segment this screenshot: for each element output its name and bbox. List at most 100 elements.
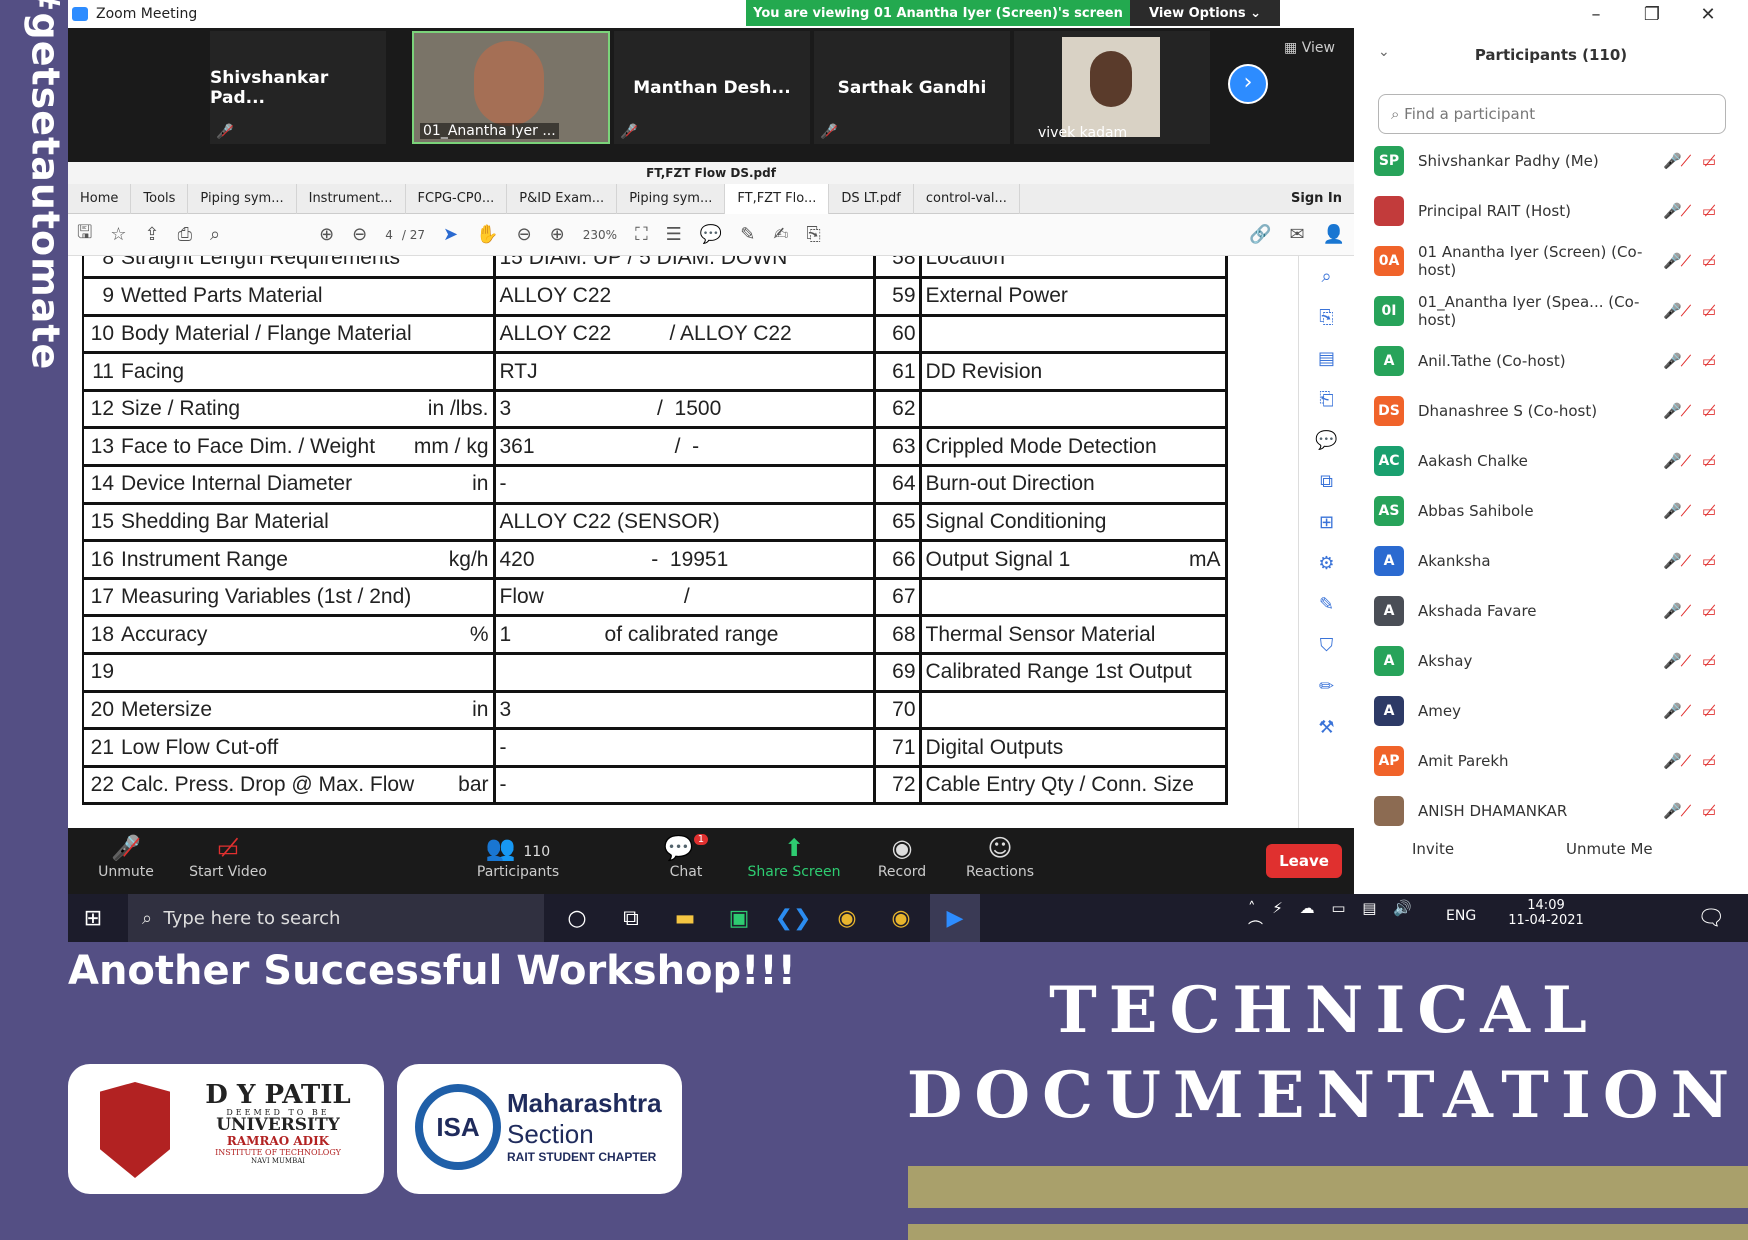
cortana-icon[interactable]: ○ bbox=[552, 894, 602, 942]
leave-button[interactable]: Leave bbox=[1266, 844, 1342, 878]
stamp-icon[interactable]: ⎘ bbox=[806, 224, 820, 245]
comment-icon[interactable]: 💬 bbox=[1315, 430, 1337, 451]
select-icon[interactable]: ➤ bbox=[443, 224, 458, 245]
more-tools-icon[interactable]: ⚒ bbox=[1318, 717, 1334, 738]
tab-document[interactable]: control-val... bbox=[914, 183, 1020, 214]
combine-icon[interactable]: ⧉ bbox=[1320, 471, 1333, 492]
sign-in-link[interactable]: Sign In bbox=[1279, 184, 1354, 214]
view-options-button[interactable]: View Options ⌄ bbox=[1130, 0, 1280, 26]
sign-icon[interactable]: ✍ bbox=[773, 224, 788, 245]
participant-row[interactable]: AC Aakash Chalke 🎤̸▭̸ bbox=[1354, 436, 1748, 486]
participant-row[interactable]: A Amey 🎤̸▭̸ bbox=[1354, 686, 1748, 736]
tab-document[interactable]: P&ID Exam... bbox=[507, 183, 618, 214]
compress-icon[interactable]: ⊞ bbox=[1319, 512, 1334, 533]
next-page-icon[interactable]: › bbox=[1228, 64, 1268, 104]
language-indicator[interactable]: ENG bbox=[1446, 908, 1476, 924]
tab-tools[interactable]: Tools bbox=[131, 183, 189, 214]
clock[interactable]: 14:09 11-04-2021 bbox=[1506, 898, 1586, 928]
participant-row[interactable]: 0I 01_Anantha Iyer (Spea... (Co-host) 🎤̸▭̸ bbox=[1354, 286, 1748, 336]
pycharm-icon[interactable]: ▣ bbox=[714, 894, 764, 942]
share-user-icon[interactable]: 👤 bbox=[1323, 224, 1345, 245]
tab-home[interactable]: Home bbox=[68, 183, 132, 214]
zoom-out-icon[interactable]: ⊖ bbox=[517, 224, 532, 245]
tab-document[interactable]: Piping sym... bbox=[617, 183, 726, 214]
scroll-mode-icon[interactable]: ☰ bbox=[666, 224, 682, 245]
participant-name: Akanksha bbox=[1418, 552, 1491, 570]
file-explorer-icon[interactable]: ▬ bbox=[660, 894, 710, 942]
participant-row[interactable]: ANISH DHAMANKAR 🎤̸▭̸ bbox=[1354, 786, 1748, 836]
vscode-icon[interactable]: ❮❯ bbox=[768, 894, 818, 942]
minimize-icon[interactable]: – bbox=[1568, 0, 1624, 28]
tab-document[interactable]: Instrument... bbox=[297, 183, 406, 214]
page-number[interactable]: 4 bbox=[385, 228, 393, 242]
row-number: 70 bbox=[874, 691, 922, 731]
scan-icon[interactable]: ⚙ bbox=[1318, 553, 1334, 574]
zoom-level[interactable]: 230% bbox=[583, 228, 617, 242]
video-tile[interactable]: Manthan Desh... 🎤̸ bbox=[614, 31, 810, 144]
notification-icon[interactable]: 🗨 bbox=[1686, 894, 1736, 942]
video-tile[interactable]: Sarthak Gandhi 🎤̸ bbox=[814, 31, 1010, 144]
edit-icon[interactable]: ✏ bbox=[1319, 676, 1334, 697]
chrome-icon[interactable]: ◉ bbox=[822, 894, 872, 942]
comment-icon[interactable]: 💬 bbox=[700, 224, 722, 245]
tab-document-active[interactable]: FT,FZT Flo... bbox=[725, 183, 830, 214]
zoom-icon[interactable]: ⌕ bbox=[1321, 266, 1331, 287]
pen-icon[interactable]: ✎ bbox=[740, 224, 755, 245]
decorative-band bbox=[908, 1224, 1748, 1240]
participant-row[interactable]: 0A 01 Anantha Iyer (Screen) (Co-host) 🎤̸▭̸ bbox=[1354, 236, 1748, 286]
save-icon[interactable]: 🖫 bbox=[77, 220, 92, 250]
unmute-button[interactable]: 🎤̸ Unmute bbox=[76, 834, 176, 880]
record-button[interactable]: ◉ Record bbox=[852, 834, 952, 880]
task-view-icon[interactable]: ⧉ bbox=[606, 894, 656, 942]
share-screen-button[interactable]: ⬆ Share Screen bbox=[744, 834, 844, 880]
reactions-button[interactable]: ☺ Reactions bbox=[950, 834, 1050, 880]
hand-icon[interactable]: ✋ bbox=[476, 224, 498, 245]
row-label-right: Crippled Mode Detection bbox=[920, 427, 1228, 468]
close-icon[interactable]: ✕ bbox=[1680, 0, 1736, 28]
fit-page-icon[interactable]: ⛶ bbox=[635, 224, 648, 245]
next-page-icon[interactable]: ⊖ bbox=[352, 224, 367, 245]
view-button[interactable]: ▦ View bbox=[1284, 40, 1335, 56]
participant-row[interactable]: Principal RAIT (Host) 🎤̸▭̸ bbox=[1354, 186, 1748, 236]
protect-icon[interactable]: ⛉ bbox=[1320, 635, 1334, 656]
zoom-taskbar-icon[interactable]: ▶ bbox=[930, 894, 980, 942]
participant-row[interactable]: A Anil.Tathe (Co-host) 🎤̸▭̸ bbox=[1354, 336, 1748, 386]
participant-row[interactable]: A Akshay 🎤̸▭̸ bbox=[1354, 636, 1748, 686]
video-tile-active[interactable]: 01_Anantha Iyer ... bbox=[412, 31, 610, 144]
start-video-button[interactable]: ▭̸ Start Video bbox=[178, 834, 278, 880]
link-icon[interactable]: 🔗 bbox=[1249, 224, 1271, 245]
participants-button[interactable]: 👥 110 Participants bbox=[458, 834, 578, 880]
tab-document[interactable]: Piping sym... bbox=[188, 183, 297, 214]
row-number: 63 bbox=[874, 427, 922, 468]
find-participant-input[interactable]: ⌕ Find a participant bbox=[1378, 94, 1726, 134]
organize-icon[interactable]: ▤ bbox=[1318, 348, 1335, 369]
unmute-me-button[interactable]: Unmute Me bbox=[1566, 840, 1653, 858]
search-icon[interactable]: ⌕ bbox=[210, 224, 220, 245]
upload-icon[interactable]: ⇪ bbox=[144, 224, 159, 245]
chrome-profile-icon[interactable]: ◉ bbox=[876, 894, 926, 942]
video-tile[interactable]: vivek kadam bbox=[1014, 31, 1210, 144]
tab-document[interactable]: DS LT.pdf bbox=[829, 183, 914, 214]
participant-row[interactable]: A Akanksha 🎤̸▭̸ bbox=[1354, 536, 1748, 586]
tab-document[interactable]: FCPG-CP0... bbox=[406, 183, 508, 214]
bookmark-icon[interactable]: ☆ bbox=[110, 224, 126, 245]
system-tray-icons[interactable]: ˄ ⚡ ☁ ▭ ▤ 🔊 ⌒ bbox=[1248, 894, 1438, 942]
participant-row[interactable]: A Akshada Favare 🎤̸▭̸ bbox=[1354, 586, 1748, 636]
maximize-icon[interactable]: ❐ bbox=[1624, 0, 1680, 28]
export-icon[interactable]: ⎘ bbox=[1319, 307, 1333, 328]
fill-sign-icon[interactable]: ✎ bbox=[1319, 594, 1334, 615]
taskbar-search[interactable]: ⌕ Type here to search bbox=[128, 894, 544, 942]
prev-page-icon[interactable]: ⊕ bbox=[319, 224, 334, 245]
windows-start-icon[interactable]: ⊞ bbox=[68, 894, 118, 942]
participant-row[interactable]: AP Amit Parekh 🎤̸▭̸ bbox=[1354, 736, 1748, 786]
create-pdf-icon[interactable]: ⎗ bbox=[1319, 389, 1333, 410]
invite-button[interactable]: Invite bbox=[1412, 840, 1454, 858]
participant-row[interactable]: AS Abbas Sahibole 🎤̸▭̸ bbox=[1354, 486, 1748, 536]
participant-row[interactable]: SP Shivshankar Padhy (Me) 🎤̸▭̸ bbox=[1354, 136, 1748, 186]
participant-row[interactable]: DS Dhanashree S (Co-host) 🎤̸▭̸ bbox=[1354, 386, 1748, 436]
mail-icon[interactable]: ✉ bbox=[1289, 224, 1304, 245]
video-tile[interactable]: Shivshankar Pad... 🎤̸ bbox=[210, 31, 386, 144]
chat-button[interactable]: 💬 1 Chat bbox=[636, 834, 736, 880]
print-icon[interactable]: ⎙ bbox=[178, 224, 192, 245]
zoom-in-icon[interactable]: ⊕ bbox=[550, 224, 565, 245]
